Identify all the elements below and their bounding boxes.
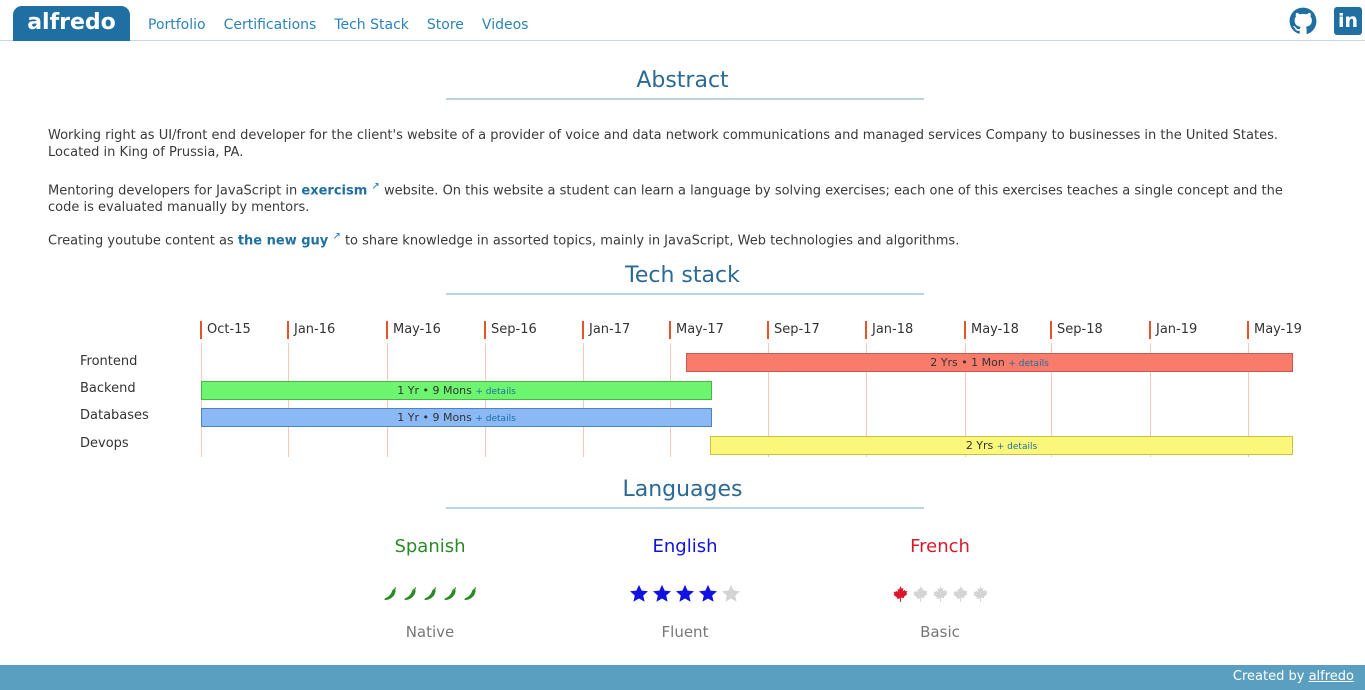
details-link[interactable]: + details — [1008, 359, 1048, 369]
timeline-tick-label: Sep-17 — [774, 322, 820, 337]
timeline-tick-label: Sep-16 — [491, 322, 537, 337]
timeline-row-label: Databases — [80, 408, 149, 423]
timeline-tick — [1247, 321, 1249, 339]
english-rating — [605, 583, 765, 605]
paragraph-text: to share knowledge in assorted topics, m… — [340, 233, 960, 249]
language-name-english: English — [652, 536, 718, 557]
external-link-icon: ↗ — [332, 231, 341, 242]
timeline-tick-label: Jan-19 — [1156, 322, 1198, 337]
timeline-tick — [1149, 321, 1151, 339]
language-level-english: Fluent — [661, 623, 709, 641]
timeline-tick-label: Jan-17 — [589, 322, 631, 337]
languages-title: Languages — [622, 477, 743, 502]
footer-prefix: Created by — [1232, 669, 1309, 684]
timeline-tick — [1050, 321, 1052, 339]
timeline-row-label: Backend — [80, 381, 136, 396]
language-name-spanish: Spanish — [394, 536, 466, 557]
chili-pepper-icon — [464, 587, 476, 601]
frontend-bar[interactable]: 2 Yrs • 1 Mon + details — [686, 353, 1293, 372]
bar-duration: 2 Yrs — [965, 439, 994, 452]
timeline-gridline — [387, 343, 388, 457]
french-rating — [860, 583, 1020, 605]
timeline-tick-label: Jan-16 — [294, 322, 336, 337]
details-link[interactable]: + details — [475, 387, 515, 397]
chili-pepper-icon — [404, 587, 416, 601]
navbar: alfredo Portfolio Certifications Tech St… — [0, 0, 1365, 41]
star-icon — [676, 584, 694, 602]
timeline-tick-label: May-18 — [971, 322, 1019, 337]
nav-portfolio[interactable]: Portfolio — [148, 17, 206, 33]
bar-duration: 1 Yr • 9 Mons — [397, 411, 472, 424]
timeline-tick — [200, 321, 202, 339]
timeline-tick — [865, 321, 867, 339]
timeline-row-label: Devops — [80, 436, 129, 451]
timeline-tick — [767, 321, 769, 339]
abstract-paragraph-2: Mentoring developers for JavaScript in e… — [48, 178, 1318, 216]
timeline-tick-label: Oct-15 — [207, 322, 251, 337]
timeline-tick — [582, 321, 584, 339]
timeline-gridline — [288, 343, 289, 457]
backend-bar[interactable]: 1 Yr • 9 Mons + details — [201, 381, 712, 400]
timeline-tick — [669, 321, 671, 339]
timeline-tick — [484, 321, 486, 339]
chili-pepper-icon — [384, 587, 396, 601]
footer: Created by alfredo — [0, 665, 1365, 690]
maple-leaf-icon — [932, 586, 947, 602]
chili-pepper-icon — [444, 587, 456, 601]
paragraph-text: Creating youtube content as — [48, 233, 238, 249]
timeline-gridline — [201, 343, 202, 457]
nav-links: Portfolio Certifications Tech Stack Stor… — [148, 17, 528, 33]
nav-videos[interactable]: Videos — [482, 17, 529, 33]
languages-divider — [446, 507, 924, 509]
timeline-tick — [964, 321, 966, 339]
maple-leaf-icon — [912, 586, 927, 602]
timeline-tick-label: Sep-18 — [1057, 322, 1103, 337]
timeline-tick-label: May-17 — [676, 322, 724, 337]
abstract-title: Abstract — [636, 68, 729, 93]
language-level-spanish: Native — [405, 623, 455, 641]
star-icon — [722, 584, 740, 602]
nav-tech-stack[interactable]: Tech Stack — [334, 17, 409, 33]
github-icon[interactable] — [1289, 7, 1317, 35]
timeline-row-label: Frontend — [80, 354, 138, 369]
exercism-link[interactable]: exercism — [301, 183, 367, 198]
maple-leaf-icon — [972, 586, 987, 602]
youtube-channel-link[interactable]: the new guy — [238, 233, 328, 248]
timeline-gridline — [583, 343, 584, 457]
brand-logo[interactable]: alfredo — [13, 6, 130, 41]
maple-leaf-icon — [892, 586, 907, 602]
language-level-french: Basic — [920, 623, 960, 641]
paragraph-text: Mentoring developers for JavaScript in — [48, 183, 302, 199]
details-link[interactable]: + details — [997, 442, 1037, 452]
bar-duration: 1 Yr • 9 Mons — [397, 384, 472, 397]
timeline-tick — [386, 321, 388, 339]
bar-duration: 2 Yrs • 1 Mon — [930, 356, 1005, 369]
timeline-tick-label: May-16 — [393, 322, 441, 337]
tech-stack-title: Tech stack — [625, 263, 740, 288]
footer-credit: Created by alfredo — [1233, 669, 1354, 684]
timeline-tick-label: Jan-18 — [872, 322, 914, 337]
footer-author-link[interactable]: alfredo — [1309, 669, 1354, 684]
details-link[interactable]: + details — [475, 414, 515, 424]
maple-leaf-icon — [952, 586, 967, 602]
abstract-paragraph-3: Creating youtube content as the new guy … — [48, 228, 1318, 249]
nav-store[interactable]: Store — [427, 17, 464, 33]
timeline-tick — [287, 321, 289, 339]
star-icon — [653, 584, 671, 602]
spanish-rating — [350, 583, 510, 605]
linkedin-icon[interactable]: in — [1334, 7, 1362, 35]
star-icon — [699, 584, 717, 602]
databases-bar[interactable]: 1 Yr • 9 Mons + details — [201, 408, 712, 427]
tech-stack-divider — [446, 293, 924, 295]
nav-certifications[interactable]: Certifications — [224, 17, 317, 33]
timeline-gridline — [670, 343, 671, 457]
abstract-divider — [446, 98, 924, 100]
language-name-french: French — [910, 536, 970, 557]
devops-bar[interactable]: 2 Yrs + details — [710, 436, 1293, 455]
chili-pepper-icon — [424, 587, 436, 601]
timeline-tick-label: May-19 — [1254, 322, 1302, 337]
abstract-paragraph-1: Working right as UI/front end developer … — [48, 128, 1278, 160]
external-link-icon: ↗ — [371, 181, 380, 192]
star-icon — [630, 584, 648, 602]
